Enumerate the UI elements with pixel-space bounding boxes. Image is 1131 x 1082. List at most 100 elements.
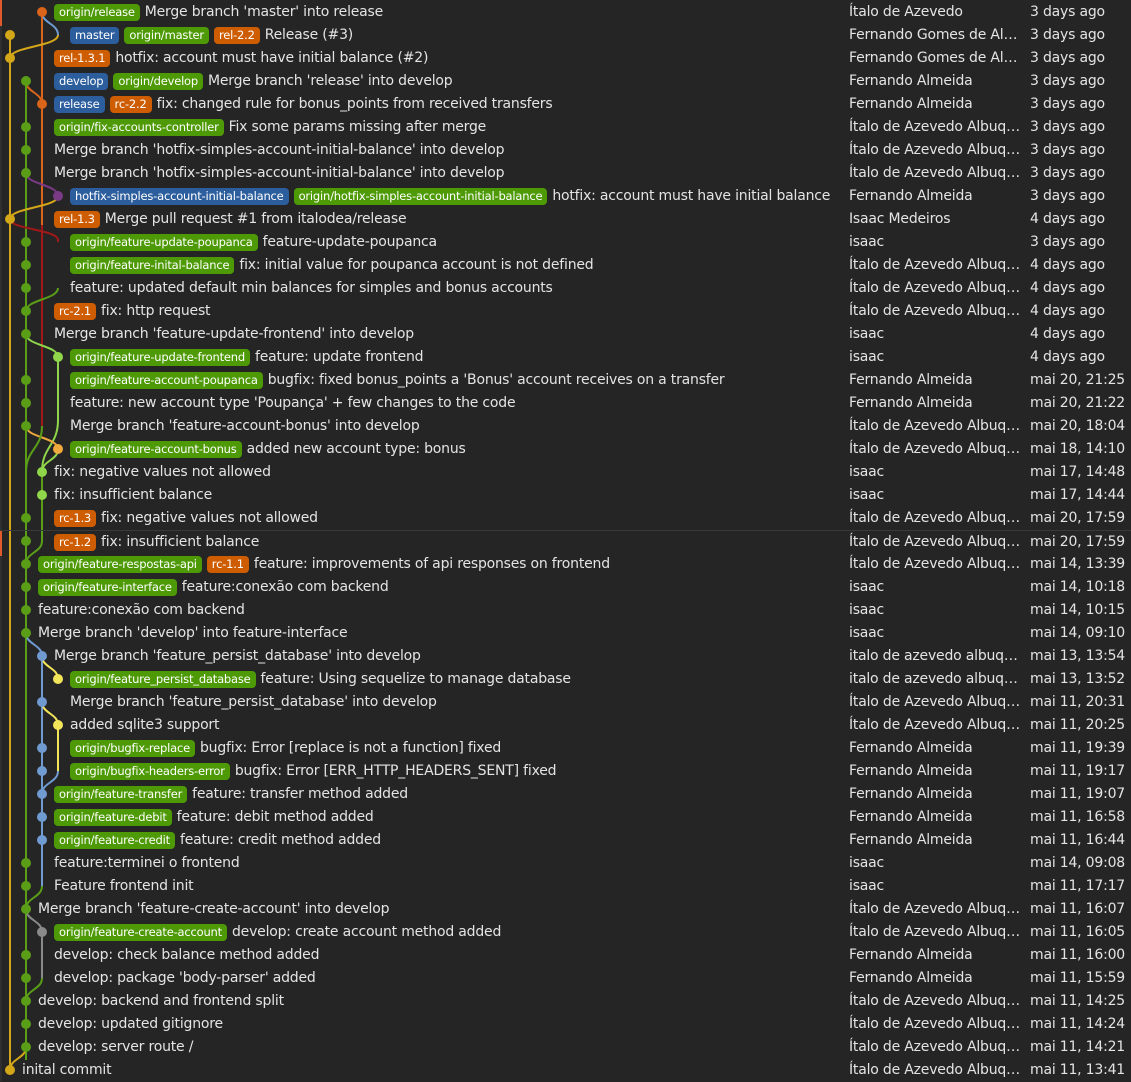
commit-author: Ítalo de Azevedo Albuq…	[849, 119, 1020, 135]
commit-row[interactable]: origin/feature-inital-balance fix: initia…	[0, 254, 1131, 277]
commit-row[interactable]: origin/feature-account-bonus added new ac…	[0, 438, 1131, 461]
commit-row[interactable]: Merge branch 'feature_persist_database' …	[0, 691, 1131, 714]
commit-row[interactable]: origin/feature-transfer feature: transfer…	[0, 783, 1131, 806]
commit-author: Fernando Almeida	[849, 188, 973, 204]
remote-branch-badge[interactable]: origin/feature-update-poupanca	[70, 234, 258, 251]
remote-branch-badge[interactable]: origin/feature-debit	[54, 809, 172, 826]
commit-row[interactable]: origin/feature-update-poupanca feature-up…	[0, 231, 1131, 254]
commit-row[interactable]: release rc-2.2 fix: changed rule for bonus…	[0, 93, 1131, 116]
commit-row[interactable]: Merge branch 'feature-update-frontend' i…	[0, 323, 1131, 346]
commit-message: Merge branch 'feature_persist_database' …	[54, 648, 421, 664]
remote-branch-badge[interactable]: origin/release	[54, 4, 140, 21]
commit-row[interactable]: develop: package 'body-parser' added Fern…	[0, 967, 1131, 990]
commit-row[interactable]: origin/feature_persist_database feature: …	[0, 668, 1131, 691]
commit-author: Ítalo de Azevedo Albuq…	[849, 1039, 1020, 1055]
commit-row[interactable]: origin/feature-interface feature:conexão …	[0, 576, 1131, 599]
commit-message: fix: negative values not allowed	[54, 464, 271, 480]
remote-branch-badge[interactable]: origin/bugfix-headers-error	[70, 763, 230, 780]
commit-row[interactable]: origin/bugfix-headers-error bugfix: Error…	[0, 760, 1131, 783]
commit-row[interactable]: rc-1.3 fix: negative values not allowed Ít…	[0, 507, 1131, 530]
commit-author: Fernando Almeida	[849, 809, 973, 825]
commit-row[interactable]: inital commit Ítalo de Azevedo Albuq… mai …	[0, 1059, 1131, 1082]
commit-date: mai 11, 13:41	[1030, 1062, 1126, 1078]
commit-row[interactable]: origin/release Merge branch 'master' into…	[0, 1, 1131, 24]
commit-refs-and-message: develop: package 'body-parser' added	[54, 967, 316, 990]
remote-branch-badge[interactable]: origin/feature-account-bonus	[70, 441, 242, 458]
commit-row[interactable]: Merge branch 'hotfix-simples-account-ini…	[0, 139, 1131, 162]
commit-row[interactable]: develop: server route / Ítalo de Azevedo …	[0, 1036, 1131, 1059]
remote-branch-badge[interactable]: origin/feature-respostas-api	[38, 556, 202, 573]
remote-branch-badge[interactable]: origin/feature-transfer	[54, 786, 188, 803]
tag-badge[interactable]: rel-2.2	[213, 27, 260, 44]
tag-badge[interactable]: rc-2.1	[54, 303, 97, 320]
remote-branch-badge[interactable]: origin/bugfix-replace	[70, 740, 195, 757]
commit-row[interactable]: fix: insufficient balance isaac mai 17, 14…	[0, 484, 1131, 507]
commit-row[interactable]: origin/fix-accounts-controller Fix some p…	[0, 116, 1131, 139]
commit-row[interactable]: Feature frontend init isaac mai 11, 17:17	[0, 875, 1131, 898]
remote-branch-badge[interactable]: origin/feature-update-frontend	[70, 349, 250, 366]
commit-row[interactable]: added sqlite3 support Ítalo de Azevedo Al…	[0, 714, 1131, 737]
commit-row[interactable]: origin/feature-create-account develop: cr…	[0, 921, 1131, 944]
commit-date: mai 14, 09:10	[1030, 625, 1126, 641]
remote-branch-badge[interactable]: origin/hotfix-simples-account-initial-ba…	[293, 188, 548, 205]
commit-row[interactable]: feature:conexão com backend isaac mai 14, …	[0, 599, 1131, 622]
commit-author: Ítalo de Azevedo Albuq…	[849, 142, 1020, 158]
tag-badge[interactable]: rc-2.2	[109, 96, 152, 113]
commit-message: develop: updated gitignore	[38, 1016, 223, 1032]
commit-row[interactable]: Merge branch 'hotfix-simples-account-ini…	[0, 162, 1131, 185]
commit-row[interactable]: origin/feature-update-frontend feature: u…	[0, 346, 1131, 369]
remote-branch-badge[interactable]: origin/feature-interface	[38, 579, 177, 596]
commit-refs-and-message: origin/feature-credit feature: credit met…	[54, 829, 381, 852]
commit-row[interactable]: Merge branch 'feature-create-account' in…	[0, 898, 1131, 921]
commit-row[interactable]: master origin/master rel-2.2 Release (#3) Fe…	[0, 24, 1131, 47]
tag-badge[interactable]: rc-1.1	[206, 556, 249, 573]
commit-author: Fernando Almeida	[849, 372, 973, 388]
commit-row[interactable]: origin/bugfix-replace bugfix: Error [repl…	[0, 737, 1131, 760]
commit-row[interactable]: Merge branch 'develop' into feature-inte…	[0, 622, 1131, 645]
commit-message: hotfix: account must have initial balanc…	[115, 50, 429, 66]
remote-branch-badge[interactable]: origin/fix-accounts-controller	[54, 119, 224, 136]
commit-row[interactable]: rc-1.2 fix: insufficient balance Ítalo de …	[0, 530, 1131, 554]
commit-date: mai 14, 10:15	[1030, 602, 1126, 618]
commit-row[interactable]: Merge branch 'feature-account-bonus' int…	[0, 415, 1131, 438]
commit-date: mai 11, 19:39	[1030, 740, 1126, 756]
tag-badge[interactable]: rel-1.3.1	[54, 50, 111, 67]
commit-row[interactable]: Merge branch 'feature_persist_database' …	[0, 645, 1131, 668]
commit-row[interactable]: feature: updated default min balances fo…	[0, 277, 1131, 300]
commit-author: isaac	[849, 487, 885, 503]
commit-row[interactable]: rel-1.3.1 hotfix: account must have initi…	[0, 47, 1131, 70]
remote-branch-badge[interactable]: origin/feature-create-account	[54, 924, 227, 941]
local-branch-badge[interactable]: develop	[54, 73, 109, 90]
tag-badge[interactable]: rc-1.2	[54, 534, 97, 551]
local-branch-badge[interactable]: hotfix-simples-account-initial-balance	[70, 188, 289, 205]
commit-row[interactable]: origin/feature-credit feature: credit met…	[0, 829, 1131, 852]
commit-message: fix: initial value for poupanca account …	[239, 257, 594, 273]
tag-badge[interactable]: rc-1.3	[54, 510, 97, 527]
commit-date: mai 14, 09:08	[1030, 855, 1126, 871]
commit-row[interactable]: develop origin/develop Merge branch 'relea…	[0, 70, 1131, 93]
remote-branch-badge[interactable]: origin/feature-account-poupanca	[70, 372, 263, 389]
commit-row[interactable]: rel-1.3 Merge pull request #1 from italod…	[0, 208, 1131, 231]
commit-row[interactable]: hotfix-simples-account-initial-balance or…	[0, 185, 1131, 208]
remote-branch-badge[interactable]: origin/feature-credit	[54, 832, 175, 849]
commit-row[interactable]: rc-2.1 fix: http request Ítalo de Azevedo …	[0, 300, 1131, 323]
commit-row[interactable]: develop: updated gitignore Ítalo de Azeve…	[0, 1013, 1131, 1036]
commit-row[interactable]: origin/feature-account-poupanca bugfix: f…	[0, 369, 1131, 392]
commit-row[interactable]: origin/feature-respostas-api rc-1.1 featur…	[0, 553, 1131, 576]
commit-row[interactable]: feature: new account type 'Poupança' + f…	[0, 392, 1131, 415]
local-branch-badge[interactable]: master	[70, 27, 120, 44]
commit-row[interactable]: fix: negative values not allowed isaac mai…	[0, 461, 1131, 484]
tag-badge[interactable]: rel-1.3	[54, 211, 100, 228]
commit-row[interactable]: develop: check balance method added Ferna…	[0, 944, 1131, 967]
commit-row[interactable]: develop: backend and frontend split Ítalo…	[0, 990, 1131, 1013]
commit-author: Isaac Medeiros	[849, 211, 951, 227]
remote-branch-badge[interactable]: origin/master	[124, 27, 209, 44]
remote-branch-badge[interactable]: origin/feature_persist_database	[70, 671, 256, 688]
remote-branch-badge[interactable]: origin/develop	[113, 73, 203, 90]
remote-branch-badge[interactable]: origin/feature-inital-balance	[70, 257, 235, 274]
commit-message: Merge branch 'feature-account-bonus' int…	[70, 418, 420, 434]
commit-date: 3 days ago	[1030, 188, 1105, 204]
commit-row[interactable]: feature:terminei o frontend isaac mai 14, …	[0, 852, 1131, 875]
local-branch-badge[interactable]: release	[54, 96, 105, 113]
commit-row[interactable]: origin/feature-debit feature: debit metho…	[0, 806, 1131, 829]
